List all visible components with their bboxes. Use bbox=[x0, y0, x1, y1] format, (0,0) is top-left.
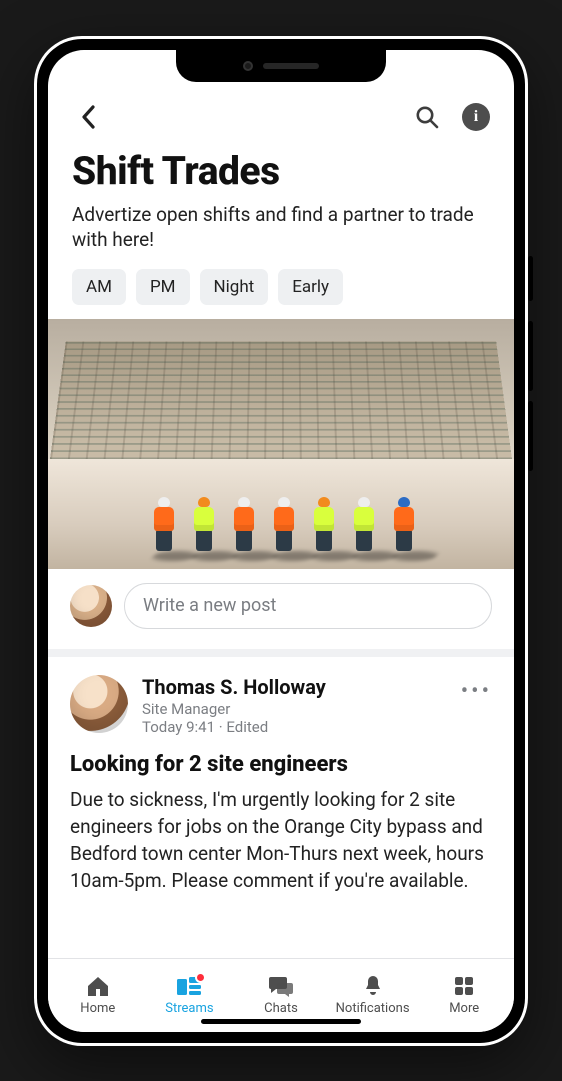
cover-image bbox=[48, 319, 514, 569]
tab-streams[interactable]: Streams bbox=[144, 974, 236, 1016]
volume-down-button bbox=[528, 401, 533, 471]
info-button[interactable]: i bbox=[462, 103, 490, 131]
post-role: Site Manager bbox=[142, 700, 443, 718]
filter-chips: AM PM Night Early bbox=[72, 269, 490, 305]
compose-input[interactable]: Write a new post bbox=[124, 583, 492, 629]
tab-chats[interactable]: Chats bbox=[235, 974, 327, 1016]
compose-row: Write a new post bbox=[48, 569, 514, 657]
chip-night[interactable]: Night bbox=[200, 269, 269, 305]
page-title: Shift Trades bbox=[72, 148, 490, 194]
bell-icon bbox=[361, 974, 385, 998]
home-indicator[interactable] bbox=[201, 1019, 361, 1024]
badge-dot bbox=[195, 972, 206, 983]
post-body: Due to sickness, I'm urgently looking fo… bbox=[70, 787, 492, 895]
bottom-tab-bar: Home Streams bbox=[48, 958, 514, 1032]
post-more-button[interactable]: ••• bbox=[457, 675, 492, 704]
home-icon bbox=[85, 974, 111, 998]
volume-up-button bbox=[528, 321, 533, 391]
chip-early[interactable]: Early bbox=[278, 269, 343, 305]
chats-icon bbox=[267, 974, 295, 998]
back-button[interactable] bbox=[72, 100, 106, 134]
more-horizontal-icon: ••• bbox=[461, 679, 492, 704]
info-icon: i bbox=[474, 108, 478, 126]
compose-placeholder: Write a new post bbox=[143, 595, 276, 616]
tab-label: Notifications bbox=[336, 1001, 410, 1016]
post-author[interactable]: Thomas S. Holloway bbox=[142, 675, 443, 699]
tab-more[interactable]: More bbox=[418, 974, 510, 1016]
post-avatar[interactable] bbox=[70, 675, 128, 733]
page-header: Shift Trades Advertize open shifts and f… bbox=[48, 142, 514, 319]
grid-icon bbox=[452, 974, 476, 998]
avatar[interactable] bbox=[70, 585, 112, 627]
page-subtitle: Advertize open shifts and find a partner… bbox=[72, 202, 490, 253]
chip-pm[interactable]: PM bbox=[136, 269, 190, 305]
tab-label: More bbox=[449, 1001, 479, 1016]
phone-frame: i Shift Trades Advertize open shifts and… bbox=[34, 36, 528, 1046]
tab-label: Streams bbox=[165, 1001, 213, 1016]
search-button[interactable] bbox=[410, 100, 444, 134]
search-icon bbox=[414, 104, 440, 130]
screen: i Shift Trades Advertize open shifts and… bbox=[48, 50, 514, 1032]
tab-label: Chats bbox=[264, 1001, 298, 1016]
notch bbox=[176, 50, 386, 82]
chevron-left-icon bbox=[79, 103, 99, 131]
tab-label: Home bbox=[80, 1001, 115, 1016]
tab-notifications[interactable]: Notifications bbox=[327, 974, 419, 1016]
post: Thomas S. Holloway Site Manager Today 9:… bbox=[48, 657, 514, 895]
tab-home[interactable]: Home bbox=[52, 974, 144, 1016]
chip-am[interactable]: AM bbox=[72, 269, 126, 305]
power-button bbox=[528, 256, 533, 301]
post-timestamp: Today 9:41 · Edited bbox=[142, 718, 443, 736]
post-title: Looking for 2 site engineers bbox=[70, 752, 492, 777]
